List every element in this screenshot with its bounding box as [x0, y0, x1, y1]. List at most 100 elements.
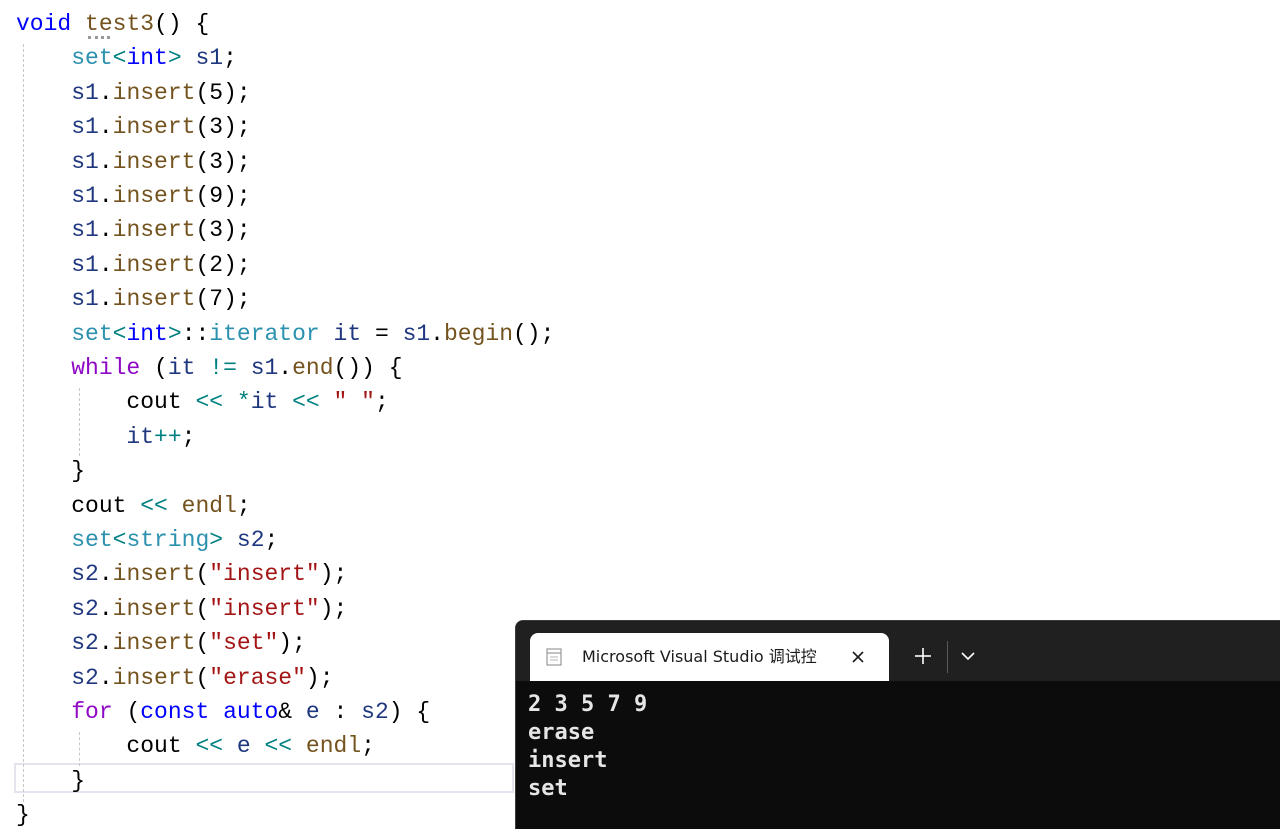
console-title-bar: Microsoft Visual Studio 调试控	[516, 621, 1280, 681]
code-token: <<	[292, 389, 320, 416]
code-token: endl	[305, 733, 362, 760]
code-token: :	[319, 699, 362, 725]
code-token: !=	[209, 355, 237, 381]
code-token: >	[167, 45, 182, 72]
code-token: .	[98, 251, 113, 278]
code-token: s1	[71, 148, 99, 175]
code-token: s2	[71, 595, 99, 622]
code-token: <<	[264, 733, 293, 760]
code-line: void test3() {	[16, 7, 209, 41]
code-token: e	[236, 733, 251, 760]
code-token: ++	[154, 423, 182, 450]
code-token: .	[98, 217, 113, 244]
close-icon[interactable]	[848, 647, 868, 667]
code-token: (	[195, 630, 210, 657]
code-line: s1.insert(3);	[16, 110, 250, 144]
code-token: insert	[112, 286, 196, 313]
code-line: }	[16, 798, 30, 832]
code-line: s1.insert(3);	[16, 213, 250, 247]
code-line: s1.insert(7);	[16, 282, 250, 316]
code-token: (3);	[195, 148, 251, 175]
code-token: insert	[112, 561, 196, 588]
code-token: .	[98, 630, 113, 657]
code-token: (	[140, 355, 168, 381]
code-token: it	[250, 389, 279, 416]
code-line: it++;	[16, 420, 195, 454]
code-token: <<	[195, 733, 224, 760]
code-token: auto	[223, 699, 279, 725]
console-window-icon	[546, 648, 562, 666]
code-token: s2	[71, 561, 99, 588]
code-token: ;	[264, 527, 279, 553]
code-token: *	[236, 389, 251, 416]
code-line: s2.insert("insert");	[16, 592, 347, 626]
code-token: void	[16, 11, 72, 37]
new-tab-button[interactable]	[906, 639, 940, 673]
code-token: ;	[236, 492, 251, 519]
console-output-line: 2 3 5 7 9	[528, 692, 648, 717]
console-tab-title: Microsoft Visual Studio 调试控	[582, 647, 817, 666]
code-token: begin	[443, 320, 513, 347]
code-token: (9);	[195, 183, 251, 209]
code-token: s1	[250, 355, 279, 381]
code-line: cout << *it << " ";	[16, 385, 388, 419]
console-output-line: set	[528, 776, 568, 801]
code-token: s1	[71, 114, 99, 141]
code-token: ) {	[388, 699, 431, 725]
code-token: <<	[195, 389, 224, 416]
code-line: set<int> s1;	[16, 41, 237, 75]
code-line: s1.insert(2);	[16, 248, 251, 282]
code-token: cout	[71, 492, 127, 519]
code-line: s2.insert("set");	[16, 626, 306, 660]
code-token: );	[319, 561, 348, 588]
code-token: .	[98, 183, 113, 209]
code-token: );	[278, 630, 306, 657]
code-token: "insert"	[209, 595, 320, 622]
code-token: .	[430, 320, 444, 347]
code-token: const	[140, 699, 210, 725]
code-token: s2	[71, 630, 99, 657]
code-token: int	[126, 320, 168, 347]
code-token: <<	[140, 492, 168, 519]
code-token: ::	[181, 320, 210, 347]
tab-dropdown-button[interactable]	[952, 639, 984, 673]
code-token: "set"	[209, 630, 279, 657]
code-token: "insert"	[209, 561, 320, 588]
code-token: s1	[402, 320, 431, 347]
code-token: <	[112, 45, 127, 72]
chevron-down-icon	[961, 652, 975, 661]
code-token: );	[305, 664, 334, 691]
console-output-line: insert	[528, 748, 608, 773]
titlebar-separator	[947, 641, 948, 673]
code-line: s1.insert(3);	[16, 145, 251, 179]
code-token: (2);	[195, 251, 251, 278]
code-token: string	[126, 527, 210, 553]
code-token: =	[361, 320, 403, 347]
console-tab[interactable]: Microsoft Visual Studio 调试控	[530, 633, 889, 681]
code-token: s2	[236, 527, 265, 553]
code-line: set<string> s2;	[16, 523, 278, 557]
code-line: for (const auto& e : s2) {	[16, 695, 430, 729]
plus-icon	[915, 648, 931, 664]
debug-console-window[interactable]: Microsoft Visual Studio 调试控 2 3 5 7 9 era…	[515, 620, 1280, 829]
code-token: insert	[112, 183, 196, 209]
code-token: insert	[112, 595, 196, 622]
code-token: insert	[112, 217, 196, 244]
code-token: (	[195, 595, 210, 622]
code-token: insert	[112, 114, 196, 141]
